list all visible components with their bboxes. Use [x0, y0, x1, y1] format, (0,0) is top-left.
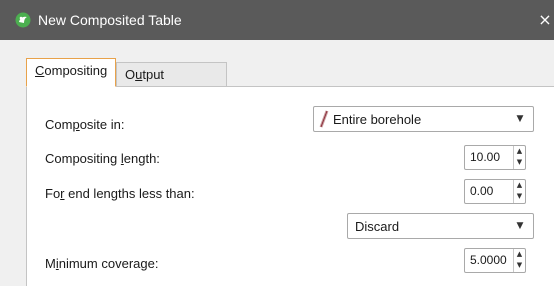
- composite-in-label: Composite in:: [45, 117, 125, 132]
- spin-arrows: ▲ ▼: [514, 249, 525, 272]
- end-lengths-spinbox[interactable]: 0.00 ▲ ▼: [464, 179, 526, 204]
- compositing-length-input[interactable]: 10.00: [465, 146, 514, 169]
- tab-output-columns[interactable]: Output Columns: [116, 62, 227, 106]
- spin-up-icon[interactable]: ▲: [514, 180, 525, 191]
- end-lengths-label: For end lengths less than:: [45, 186, 195, 201]
- window-title: New Composited Table: [38, 12, 182, 28]
- end-action-select[interactable]: Discard ▼: [347, 213, 534, 239]
- spin-up-icon[interactable]: ▲: [514, 249, 525, 260]
- chevron-down-icon[interactable]: ▼: [507, 214, 533, 238]
- compositing-length-spinbox[interactable]: 10.00 ▲ ▼: [464, 145, 526, 170]
- end-lengths-input[interactable]: 0.00: [465, 180, 514, 203]
- minimum-coverage-label: Minimum coverage:: [45, 256, 159, 271]
- chevron-down-icon[interactable]: ▼: [507, 107, 533, 131]
- minimum-coverage-input[interactable]: 5.0000: [465, 249, 514, 272]
- pencil-icon: [319, 110, 329, 128]
- spin-up-icon[interactable]: ▲: [514, 146, 525, 157]
- composite-in-select[interactable]: Entire borehole ▼: [313, 106, 534, 132]
- compositing-length-label: Compositing length:: [45, 151, 160, 166]
- leapfrog-icon: [15, 12, 31, 28]
- tab-compositing[interactable]: Compositing: [26, 58, 116, 87]
- spin-arrows: ▲ ▼: [514, 146, 525, 169]
- spin-down-icon[interactable]: ▼: [514, 260, 525, 271]
- title-bar: New Composited Table ×: [0, 0, 554, 40]
- spin-down-icon[interactable]: ▼: [514, 191, 525, 202]
- composite-in-value: Entire borehole: [333, 112, 422, 127]
- tab-label: Compositing: [35, 63, 108, 78]
- tab-compositing-rest: ompositing: [44, 63, 108, 78]
- end-action-value: Discard: [355, 219, 400, 234]
- minimum-coverage-spinbox[interactable]: 5.0000 ▲ ▼: [464, 248, 526, 273]
- close-button[interactable]: ×: [536, 10, 554, 30]
- spin-arrows: ▲ ▼: [514, 180, 525, 203]
- spin-down-icon[interactable]: ▼: [514, 157, 525, 168]
